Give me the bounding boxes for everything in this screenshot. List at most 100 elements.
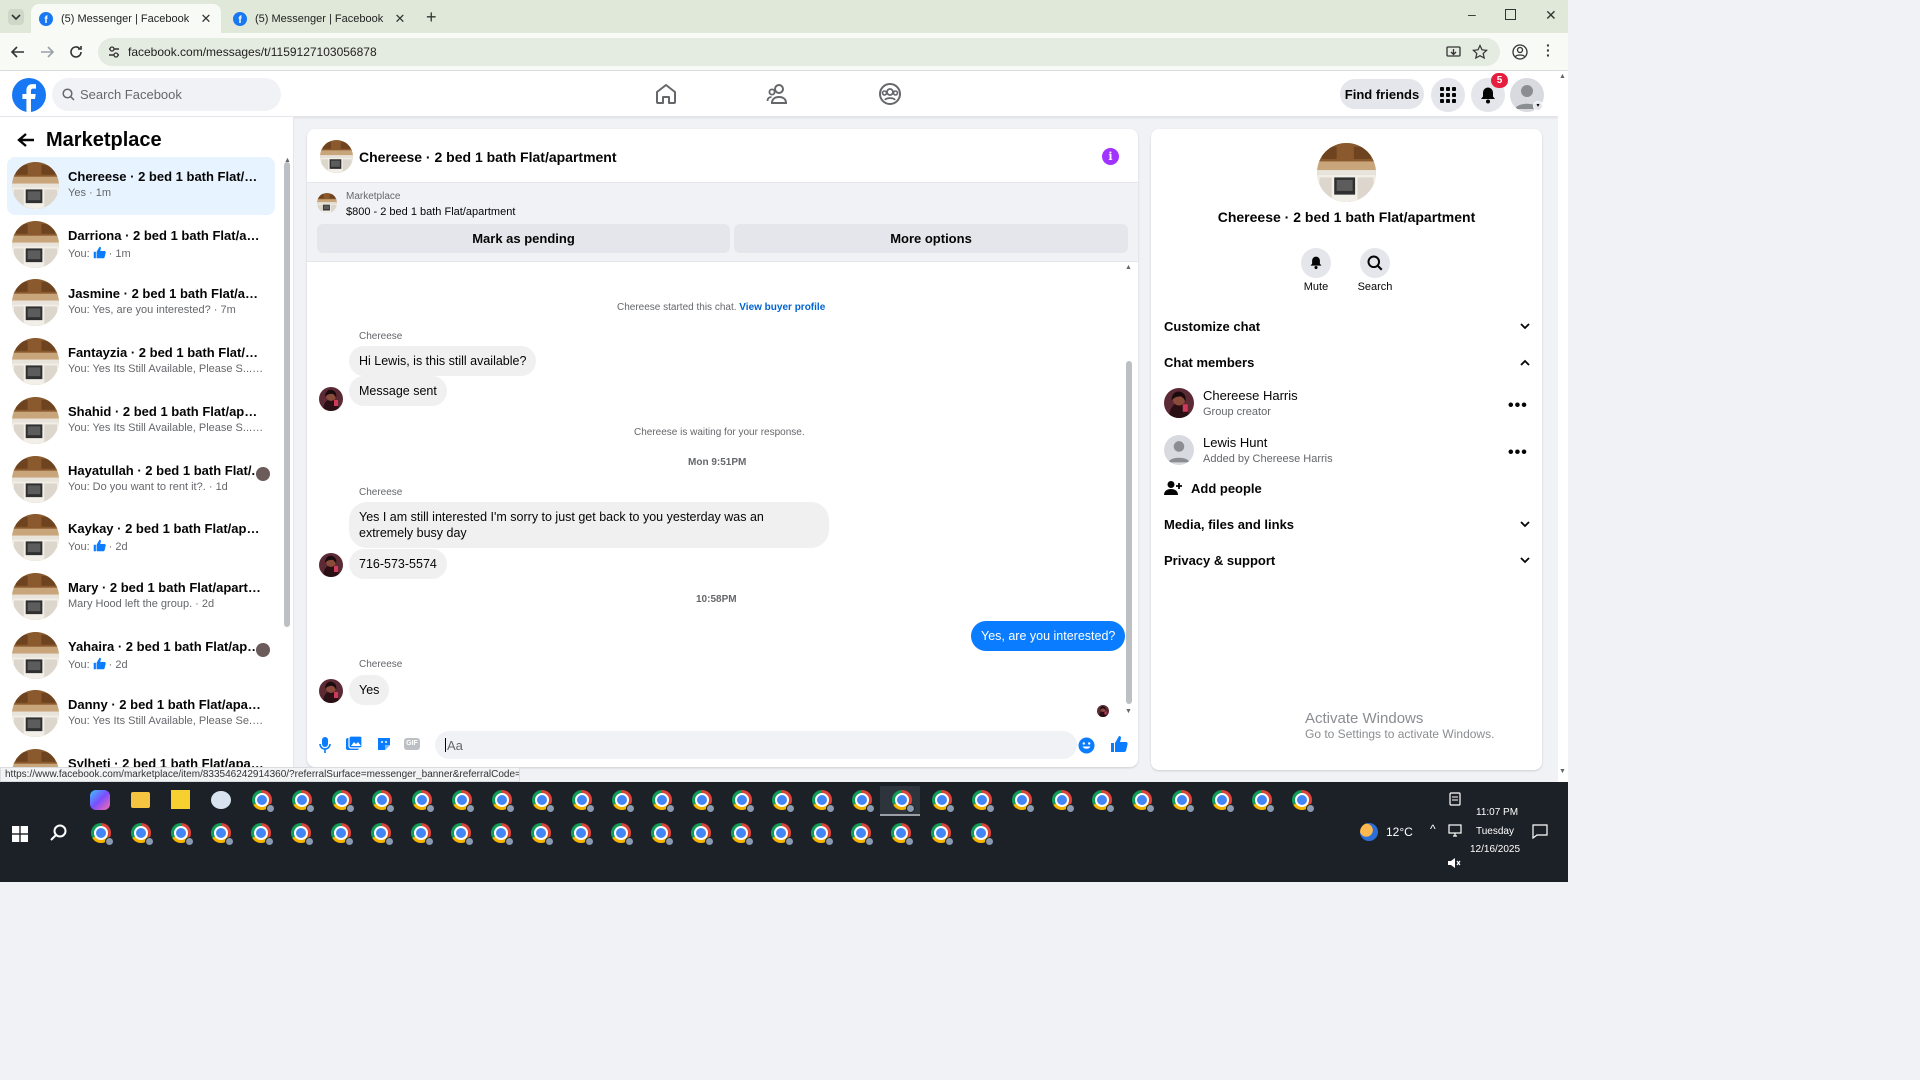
weather-temp[interactable]: 12°C bbox=[1386, 825, 1413, 839]
message-bubble[interactable]: Hi Lewis, is this still available? bbox=[349, 346, 537, 376]
member-row[interactable]: Chereese Harris Group creator ••• bbox=[1164, 385, 1530, 425]
chrome-icon[interactable] bbox=[131, 823, 154, 846]
minimize-button[interactable]: – bbox=[1468, 6, 1476, 22]
sticky-notes-icon[interactable] bbox=[171, 790, 190, 809]
restore-button[interactable] bbox=[1505, 9, 1516, 20]
chrome-icon[interactable] bbox=[291, 823, 314, 846]
sticker-icon[interactable] bbox=[376, 736, 392, 752]
info-icon[interactable]: i bbox=[1102, 148, 1119, 165]
chat-members-section[interactable]: Chat members bbox=[1164, 355, 1530, 370]
photo-icon[interactable] bbox=[346, 736, 362, 752]
chrome-icon[interactable] bbox=[771, 823, 794, 846]
chrome-icon[interactable] bbox=[891, 823, 914, 846]
scroll-up-arrow-icon[interactable]: ▲ bbox=[1559, 73, 1566, 80]
chrome-icon[interactable] bbox=[292, 790, 315, 813]
listing-photo[interactable] bbox=[1317, 143, 1376, 202]
chrome-icon[interactable] bbox=[371, 823, 394, 846]
clock-date[interactable]: 12/16/2025 bbox=[1470, 844, 1520, 855]
chrome-icon[interactable] bbox=[1052, 790, 1075, 813]
chrome-icon[interactable] bbox=[1292, 790, 1315, 813]
chrome-icon[interactable] bbox=[571, 823, 594, 846]
add-people-button[interactable]: Add people bbox=[1164, 480, 1262, 496]
facebook-logo-icon[interactable] bbox=[12, 78, 46, 112]
facebook-search-input[interactable]: Search Facebook bbox=[52, 78, 281, 111]
chrome-icon[interactable] bbox=[812, 790, 835, 813]
media-files-section[interactable]: Media, files and links bbox=[1164, 517, 1530, 532]
install-app-icon[interactable] bbox=[1446, 45, 1461, 60]
chrome-icon[interactable] bbox=[1212, 790, 1235, 813]
chrome-icon[interactable] bbox=[851, 823, 874, 846]
listing-link[interactable]: $800 - 2 bed 1 bath Flat/apartment bbox=[346, 206, 515, 218]
home-icon[interactable] bbox=[654, 82, 678, 106]
chrome-icon[interactable] bbox=[852, 790, 875, 813]
conversation-item[interactable]: Hayatullah · 2 bed 1 bath Flat/... You: D… bbox=[7, 451, 275, 509]
conversation-item[interactable]: Shahid · 2 bed 1 bath Flat/apart... You: … bbox=[7, 392, 275, 450]
start-button[interactable] bbox=[12, 826, 28, 842]
tray-chevron-up-icon[interactable]: ^ bbox=[1430, 822, 1436, 836]
chrome-icon[interactable] bbox=[611, 823, 634, 846]
chrome-icon[interactable] bbox=[211, 823, 234, 846]
member-avatar[interactable] bbox=[1164, 435, 1194, 465]
view-buyer-profile-link[interactable]: View buyer profile bbox=[739, 302, 825, 313]
menu-grid-button[interactable] bbox=[1431, 78, 1465, 112]
chrome-icon[interactable] bbox=[932, 790, 955, 813]
privacy-support-section[interactable]: Privacy & support bbox=[1164, 553, 1530, 568]
browser-menu-icon[interactable]: · · · bbox=[1546, 38, 1551, 62]
notification-center-icon[interactable] bbox=[1532, 824, 1548, 839]
clock-day[interactable]: Tuesday bbox=[1476, 826, 1514, 837]
message-bubble[interactable]: Yes bbox=[349, 675, 390, 705]
conversation-item[interactable]: Fantayzia · 2 bed 1 bath Flat/apa... You:… bbox=[7, 333, 275, 391]
app-icon[interactable] bbox=[211, 791, 231, 809]
conversation-item[interactable]: Kaykay · 2 bed 1 bath Flat/apart... You: … bbox=[7, 509, 275, 567]
close-tab-icon[interactable]: ✕ bbox=[393, 11, 407, 27]
new-tab-button[interactable]: + bbox=[426, 7, 437, 28]
network-icon[interactable] bbox=[1448, 824, 1462, 837]
search-icon[interactable] bbox=[50, 824, 68, 842]
groups-icon[interactable] bbox=[878, 82, 902, 106]
chereese-avatar[interactable] bbox=[319, 679, 343, 703]
scroll-down-arrow-icon[interactable]: ▼ bbox=[1559, 768, 1566, 775]
chrome-icon[interactable] bbox=[251, 823, 274, 846]
address-bar[interactable]: facebook.com/messages/t/1159127103056878 bbox=[98, 38, 1500, 66]
chrome-icon[interactable] bbox=[91, 823, 114, 846]
account-chevron-icon[interactable]: ▾ bbox=[1533, 101, 1543, 111]
message-bubble[interactable]: Yes I am still interested I'm sorry to j… bbox=[349, 502, 829, 548]
chrome-icon[interactable] bbox=[892, 790, 915, 813]
chrome-icon[interactable] bbox=[732, 790, 755, 813]
chrome-icon[interactable] bbox=[1252, 790, 1275, 813]
chrome-icon[interactable] bbox=[412, 790, 435, 813]
search-in-chat-button[interactable] bbox=[1360, 248, 1390, 278]
my-message-bubble[interactable]: Yes, are you interested? bbox=[971, 621, 1126, 651]
conversation-item[interactable]: Darriona · 2 bed 1 bath Flat/apar... You:… bbox=[7, 216, 275, 274]
forward-arrow-icon[interactable] bbox=[39, 44, 55, 60]
chrome-icon[interactable] bbox=[612, 790, 635, 813]
chrome-icon[interactable] bbox=[772, 790, 795, 813]
bookmark-star-icon[interactable] bbox=[1472, 44, 1488, 60]
chrome-icon[interactable] bbox=[491, 823, 514, 846]
chrome-icon[interactable] bbox=[931, 823, 954, 846]
chrome-icon[interactable] bbox=[332, 790, 355, 813]
chrome-icon[interactable] bbox=[971, 823, 994, 846]
chrome-icon[interactable] bbox=[331, 823, 354, 846]
more-options-button[interactable]: More options bbox=[734, 224, 1128, 253]
chat-listing-thumbnail[interactable] bbox=[320, 140, 353, 173]
conversation-item[interactable]: Chereese · 2 bed 1 bath Flat/apa... Yes ·… bbox=[7, 157, 275, 215]
chrome-icon[interactable] bbox=[451, 823, 474, 846]
thumbs-up-icon[interactable] bbox=[1110, 735, 1128, 753]
scroll-down-arrow-icon[interactable]: ▼ bbox=[1125, 708, 1132, 715]
chrome-icon[interactable] bbox=[811, 823, 834, 846]
file-explorer-icon[interactable] bbox=[131, 792, 150, 808]
back-arrow-icon[interactable] bbox=[17, 132, 35, 148]
member-row[interactable]: Lewis Hunt Added by Chereese Harris ••• bbox=[1164, 432, 1530, 472]
profile-icon[interactable] bbox=[1512, 44, 1528, 60]
chat-title[interactable]: Chereese · 2 bed 1 bath Flat/apartment bbox=[359, 149, 617, 165]
chereese-avatar[interactable] bbox=[319, 553, 343, 577]
chrome-icon[interactable] bbox=[1132, 790, 1155, 813]
browser-tab-1[interactable]: f (5) Messenger | Facebook ✕ bbox=[31, 4, 221, 33]
task-manager-icon[interactable] bbox=[1448, 792, 1462, 806]
chrome-icon[interactable] bbox=[452, 790, 475, 813]
list-scrollbar[interactable] bbox=[284, 162, 290, 627]
chrome-icon[interactable] bbox=[1012, 790, 1035, 813]
chrome-icon[interactable] bbox=[1092, 790, 1115, 813]
chrome-icon[interactable] bbox=[652, 790, 675, 813]
